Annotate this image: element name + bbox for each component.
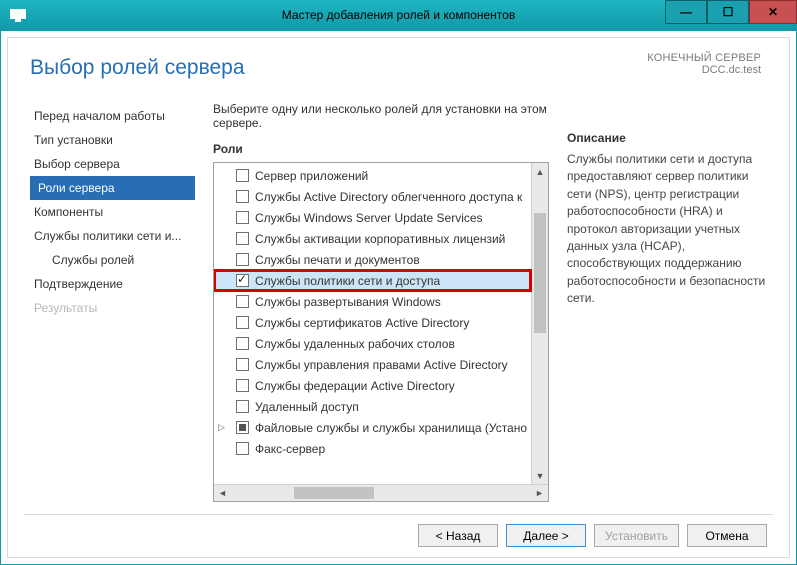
role-label: Файловые службы и службы хранилища (Уста… [255, 421, 527, 435]
role-label: Службы управления правами Active Directo… [255, 358, 508, 372]
role-row[interactable]: ▷ Файловые службы и службы хранилища (Уст… [214, 417, 531, 438]
nav-item[interactable]: Перед началом работы [30, 104, 195, 128]
destination-value: DCC.dc.test [647, 64, 761, 76]
description-text: Службы политики сети и доступа предостав… [567, 151, 767, 308]
destination-server-box: КОНЕЧНЫЙ СЕРВЕР DCC.dc.test [647, 52, 761, 76]
window-frame: Выбор ролей сервера КОНЕЧНЫЙ СЕРВЕР DCC.… [0, 30, 797, 565]
titlebar: Мастер добавления ролей и компонентов — … [0, 0, 797, 30]
role-label: Службы развертывания Windows [255, 295, 441, 309]
role-checkbox[interactable] [236, 379, 249, 392]
role-label: Факс-сервер [255, 442, 325, 456]
role-label: Службы активации корпоративных лицензий [255, 232, 505, 246]
nav-item[interactable]: Службы ролей [30, 248, 195, 272]
scroll-up-arrow[interactable]: ▲ [532, 163, 548, 180]
role-checkbox[interactable] [236, 211, 249, 224]
roles-column: Выберите одну или несколько ролей для ус… [213, 102, 549, 502]
role-row[interactable]: Службы активации корпоративных лицензий [214, 228, 531, 249]
install-button: Установить [594, 524, 679, 547]
nav-item[interactable]: Службы политики сети и... [30, 224, 195, 248]
role-row[interactable]: Факс-сервер [214, 438, 531, 459]
description-column: Описание Службы политики сети и доступа … [567, 102, 767, 502]
role-label: Службы Active Directory облегченного дос… [255, 190, 522, 204]
role-row[interactable]: Службы удаленных рабочих столов [214, 333, 531, 354]
description-label: Описание [567, 131, 767, 145]
role-checkbox[interactable] [236, 232, 249, 245]
scroll-right-arrow[interactable]: ► [531, 488, 548, 498]
horizontal-scrollbar[interactable]: ◄ ► [214, 484, 548, 501]
role-label: Службы Windows Server Update Services [255, 211, 483, 225]
role-row[interactable]: Сервер приложений [214, 165, 531, 186]
role-label: Удаленный доступ [255, 400, 359, 414]
nav-item[interactable]: Подтверждение [30, 272, 195, 296]
app-icon [6, 3, 30, 27]
scroll-down-arrow[interactable]: ▼ [532, 467, 548, 484]
role-checkbox[interactable] [236, 295, 249, 308]
role-checkbox[interactable] [236, 274, 249, 287]
roles-list-viewport: Сервер приложений Службы Active Directory… [214, 163, 548, 484]
role-checkbox[interactable] [236, 358, 249, 371]
minimize-button[interactable]: — [665, 0, 707, 24]
content-area: Перед началом работыТип установкиВыбор с… [30, 102, 767, 502]
wizard-nav: Перед началом работыТип установкиВыбор с… [30, 102, 195, 502]
role-label: Службы политики сети и доступа [255, 274, 440, 288]
back-button[interactable]: < Назад [418, 524, 498, 547]
cancel-button[interactable]: Отмена [687, 524, 767, 547]
role-row[interactable]: Службы управления правами Active Directo… [214, 354, 531, 375]
button-bar: < Назад Далее > Установить Отмена [418, 524, 767, 547]
nav-item[interactable]: Роли сервера [30, 176, 195, 200]
role-row[interactable]: Службы развертывания Windows [214, 291, 531, 312]
separator [24, 514, 773, 515]
wizard-body: Выбор ролей сервера КОНЕЧНЫЙ СЕРВЕР DCC.… [7, 37, 790, 558]
role-checkbox[interactable] [236, 337, 249, 350]
roles-listbox: Сервер приложений Службы Active Directory… [213, 162, 549, 502]
role-label: Службы сертификатов Active Directory [255, 316, 469, 330]
close-button[interactable]: ✕ [749, 0, 797, 24]
role-label: Сервер приложений [255, 169, 368, 183]
vertical-scrollbar[interactable]: ▲ ▼ [531, 163, 548, 484]
nav-item[interactable]: Выбор сервера [30, 152, 195, 176]
scroll-left-arrow[interactable]: ◄ [214, 488, 231, 498]
roles-label: Роли [213, 142, 549, 156]
role-checkbox[interactable] [236, 253, 249, 266]
role-label: Службы удаленных рабочих столов [255, 337, 455, 351]
main-panel: Выберите одну или несколько ролей для ус… [213, 102, 767, 502]
role-checkbox[interactable] [236, 190, 249, 203]
role-row[interactable]: Службы печати и документов [214, 249, 531, 270]
role-row[interactable]: Удаленный доступ [214, 396, 531, 417]
nav-item: Результаты [30, 296, 195, 320]
scroll-thumb-vertical[interactable] [534, 213, 546, 333]
role-row[interactable]: Службы Active Directory облегченного дос… [214, 186, 531, 207]
role-row[interactable]: Службы Windows Server Update Services [214, 207, 531, 228]
role-checkbox[interactable] [236, 169, 249, 182]
next-button[interactable]: Далее > [506, 524, 586, 547]
role-checkbox[interactable] [236, 316, 249, 329]
nav-item[interactable]: Тип установки [30, 128, 195, 152]
window-controls: — ☐ ✕ [665, 0, 797, 30]
maximize-button[interactable]: ☐ [707, 0, 749, 24]
role-checkbox[interactable] [236, 442, 249, 455]
destination-label: КОНЕЧНЫЙ СЕРВЕР [647, 52, 761, 64]
role-checkbox[interactable] [236, 400, 249, 413]
scroll-thumb-horizontal[interactable] [294, 487, 374, 499]
nav-item[interactable]: Компоненты [30, 200, 195, 224]
role-row[interactable]: Службы сертификатов Active Directory [214, 312, 531, 333]
role-row[interactable]: Службы федерации Active Directory [214, 375, 531, 396]
window-title: Мастер добавления ролей и компонентов [282, 8, 515, 22]
roles-list-inner: Сервер приложений Службы Active Directory… [214, 163, 531, 484]
expand-icon[interactable]: ▷ [218, 422, 225, 433]
prompt-text: Выберите одну или несколько ролей для ус… [213, 102, 549, 130]
role-label: Службы федерации Active Directory [255, 379, 455, 393]
role-row[interactable]: Службы политики сети и доступа [214, 270, 531, 291]
role-label: Службы печати и документов [255, 253, 420, 267]
role-checkbox[interactable] [236, 421, 249, 434]
